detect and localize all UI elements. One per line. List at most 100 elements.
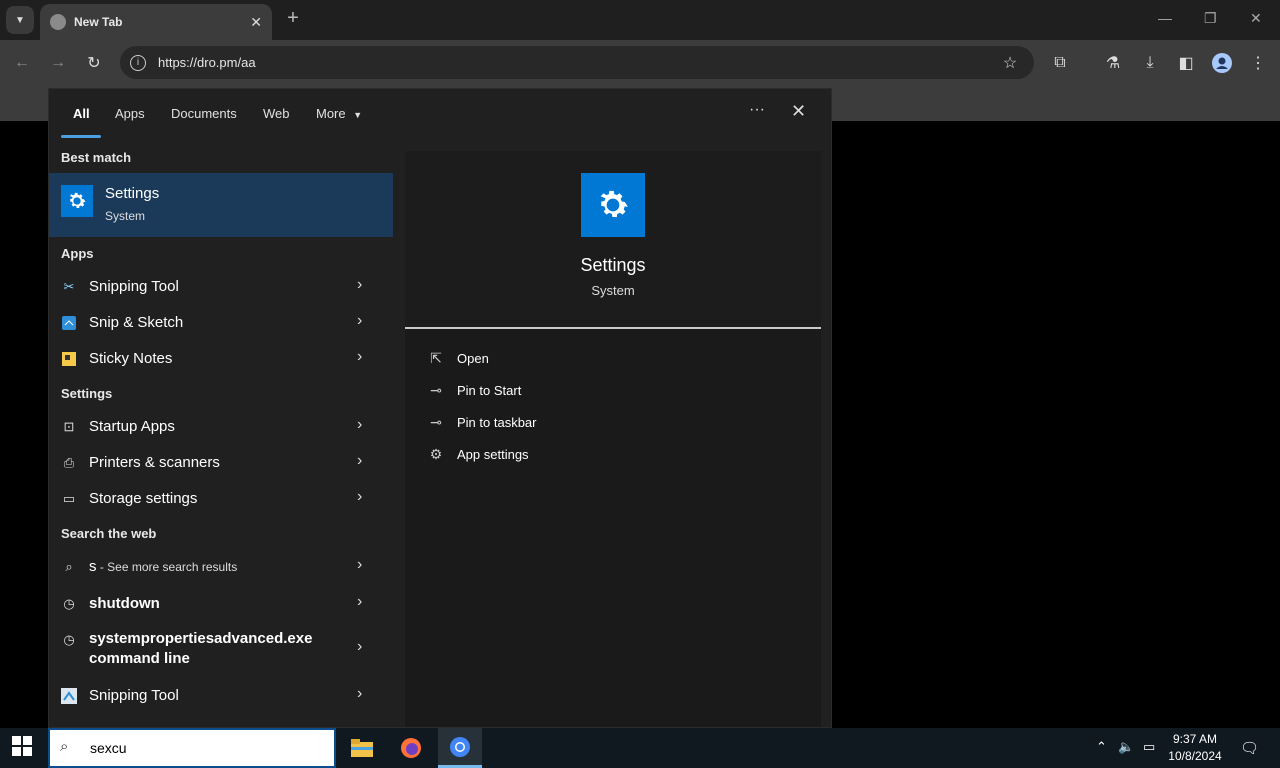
detail-title: Settings bbox=[580, 255, 646, 275]
list-item-printers-scanners[interactable]: ⎙ Printers & scanners › bbox=[49, 446, 393, 480]
url-text: https://dro.pm/aa bbox=[158, 55, 256, 70]
browser-tab-strip: ▼ New Tab ✕ + — ❐ ✕ bbox=[0, 0, 1280, 40]
list-item-label: Printers & scanners bbox=[89, 454, 220, 471]
extensions-icon[interactable]: ⧉ bbox=[1048, 51, 1072, 75]
snipping-tool-icon bbox=[61, 688, 77, 704]
action-label: App settings bbox=[457, 447, 529, 462]
list-item-snipping-tool-web[interactable]: Snipping Tool › bbox=[49, 679, 393, 713]
browser-tab[interactable]: New Tab ✕ bbox=[40, 4, 272, 40]
active-tab-indicator bbox=[61, 135, 101, 138]
list-item-label: Snip & Sketch bbox=[89, 314, 184, 331]
chevron-right-icon[interactable]: › bbox=[357, 593, 362, 611]
snipping-tool-icon: ✂ bbox=[63, 279, 75, 294]
chevron-right-icon[interactable]: › bbox=[357, 685, 362, 703]
taskbar-search-box[interactable]: ⌕ bbox=[48, 728, 336, 768]
caret-down-icon: ▼ bbox=[353, 110, 363, 120]
file-explorer-icon[interactable] bbox=[340, 728, 384, 768]
chevron-right-icon[interactable]: › bbox=[357, 556, 362, 574]
more-options-icon[interactable]: ··· bbox=[749, 101, 765, 119]
list-item-label: systempropertiesadvanced.exe command lin… bbox=[89, 629, 312, 669]
list-item-label: Storage settings bbox=[89, 490, 198, 507]
browser-toolbar: ← → ↻ i https://dro.pm/aa ☆ ⧉ ⚗ ⤓ ◧ ⋮ bbox=[0, 40, 1280, 84]
chevron-right-icon[interactable]: › bbox=[357, 638, 362, 656]
close-window-icon[interactable]: ✕ bbox=[1250, 10, 1262, 27]
list-item-web-search[interactable]: ⌕ s - See more search results › bbox=[49, 550, 393, 584]
tab-web[interactable]: Web bbox=[263, 106, 290, 121]
list-item-sticky-notes[interactable]: Sticky Notes › bbox=[49, 342, 393, 376]
minimize-icon[interactable]: — bbox=[1158, 10, 1172, 26]
bookmark-star-icon[interactable]: ☆ bbox=[998, 51, 1022, 75]
clock-date: 10/8/2024 bbox=[1168, 749, 1222, 763]
snip-sketch-icon bbox=[61, 315, 77, 331]
system-clock[interactable]: 9:37 AM 10/8/2024 bbox=[1162, 731, 1228, 765]
action-app-settings[interactable]: ⚙ App settings bbox=[427, 443, 727, 467]
chevron-down-icon: ▼ bbox=[15, 14, 25, 26]
windows-start-icon[interactable] bbox=[12, 736, 36, 760]
new-tab-button[interactable]: + bbox=[282, 8, 304, 30]
tab-search-button[interactable]: ▼ bbox=[6, 6, 34, 34]
list-item-startup-apps[interactable]: ⊡ Startup Apps › bbox=[49, 410, 393, 444]
list-item-label: Snipping Tool bbox=[89, 687, 179, 704]
web-query: s bbox=[89, 558, 97, 575]
site-info-icon[interactable]: i bbox=[130, 54, 146, 71]
chevron-right-icon[interactable]: › bbox=[357, 348, 362, 366]
web-search-text: s - See more search results bbox=[89, 558, 237, 575]
action-pin-to-start[interactable]: ⊸ Pin to Start bbox=[427, 379, 727, 403]
action-open[interactable]: ⇱ Open bbox=[427, 347, 727, 371]
list-item-label: Sticky Notes bbox=[89, 350, 173, 367]
forward-icon[interactable]: → bbox=[46, 51, 70, 75]
pin-icon: ⊸ bbox=[430, 413, 442, 430]
profile-avatar-icon[interactable] bbox=[1210, 51, 1234, 75]
network-icon[interactable]: ▭ bbox=[1143, 739, 1155, 755]
favicon-icon bbox=[50, 14, 66, 30]
address-bar[interactable]: i https://dro.pm/aa bbox=[120, 46, 1034, 79]
close-tab-icon[interactable]: ✕ bbox=[250, 14, 262, 31]
printer-icon: ⎙ bbox=[63, 455, 75, 470]
close-icon[interactable]: ✕ bbox=[791, 101, 806, 122]
storage-icon: ▭ bbox=[62, 491, 76, 506]
search-filter-tabs: All Apps Documents Web More ▼ ··· ✕ bbox=[49, 89, 833, 139]
list-item-shutdown[interactable]: ◷ shutdown › bbox=[49, 587, 393, 621]
best-match-item[interactable]: Settings System bbox=[49, 173, 393, 237]
best-match-subtitle: System bbox=[105, 209, 146, 223]
label-line-2: command line bbox=[89, 650, 190, 667]
tab-apps[interactable]: Apps bbox=[115, 106, 145, 121]
reload-icon[interactable]: ↻ bbox=[82, 51, 106, 75]
labs-flask-icon[interactable]: ⚗ bbox=[1101, 51, 1125, 75]
search-input[interactable] bbox=[90, 740, 310, 756]
list-item-storage-settings[interactable]: ▭ Storage settings › bbox=[49, 482, 393, 516]
chevron-right-icon[interactable]: › bbox=[357, 488, 362, 506]
tab-more[interactable]: More ▼ bbox=[316, 106, 362, 121]
list-item-systempropertiesadvanced[interactable]: ◷ systempropertiesadvanced.exe command l… bbox=[49, 623, 393, 671]
chevron-right-icon[interactable]: › bbox=[357, 452, 362, 470]
tab-all[interactable]: All bbox=[73, 106, 90, 121]
list-item-snipping-tool[interactable]: ✂ Snipping Tool › bbox=[49, 270, 393, 304]
notifications-icon[interactable]: 🗨 bbox=[1240, 739, 1259, 757]
chevron-right-icon[interactable]: › bbox=[357, 416, 362, 434]
list-item-snip-sketch[interactable]: Snip & Sketch › bbox=[49, 306, 393, 340]
download-icon[interactable]: ⤓ bbox=[1138, 51, 1162, 75]
detail-subtitle: System bbox=[591, 283, 635, 298]
chevron-up-icon[interactable]: ⌃ bbox=[1096, 739, 1107, 755]
search-web-heading: Search the web bbox=[61, 526, 157, 541]
action-pin-to-taskbar[interactable]: ⊸ Pin to taskbar bbox=[427, 411, 727, 435]
web-suffix: - See more search results bbox=[96, 560, 238, 574]
search-icon: ⌕ bbox=[60, 738, 69, 755]
action-label: Pin to taskbar bbox=[457, 415, 537, 430]
action-label: Open bbox=[457, 351, 489, 366]
side-panel-icon[interactable]: ◧ bbox=[1174, 51, 1198, 75]
open-icon: ⇱ bbox=[430, 349, 442, 366]
history-icon: ◷ bbox=[63, 632, 75, 647]
tab-documents[interactable]: Documents bbox=[171, 106, 237, 121]
search-icon: ⌕ bbox=[65, 559, 73, 574]
chrome-icon[interactable] bbox=[438, 728, 482, 768]
chevron-right-icon[interactable]: › bbox=[357, 312, 362, 330]
back-icon[interactable]: ← bbox=[10, 51, 34, 75]
menu-kebab-icon[interactable]: ⋮ bbox=[1246, 51, 1270, 75]
restore-icon[interactable]: ❐ bbox=[1204, 10, 1217, 27]
volume-muted-icon[interactable]: 🔈 bbox=[1118, 739, 1134, 755]
chevron-right-icon[interactable]: › bbox=[357, 276, 362, 294]
firefox-icon[interactable] bbox=[389, 728, 433, 768]
start-search-panel: All Apps Documents Web More ▼ ··· ✕ Best… bbox=[48, 88, 832, 728]
list-item-label: shutdown bbox=[89, 595, 160, 612]
